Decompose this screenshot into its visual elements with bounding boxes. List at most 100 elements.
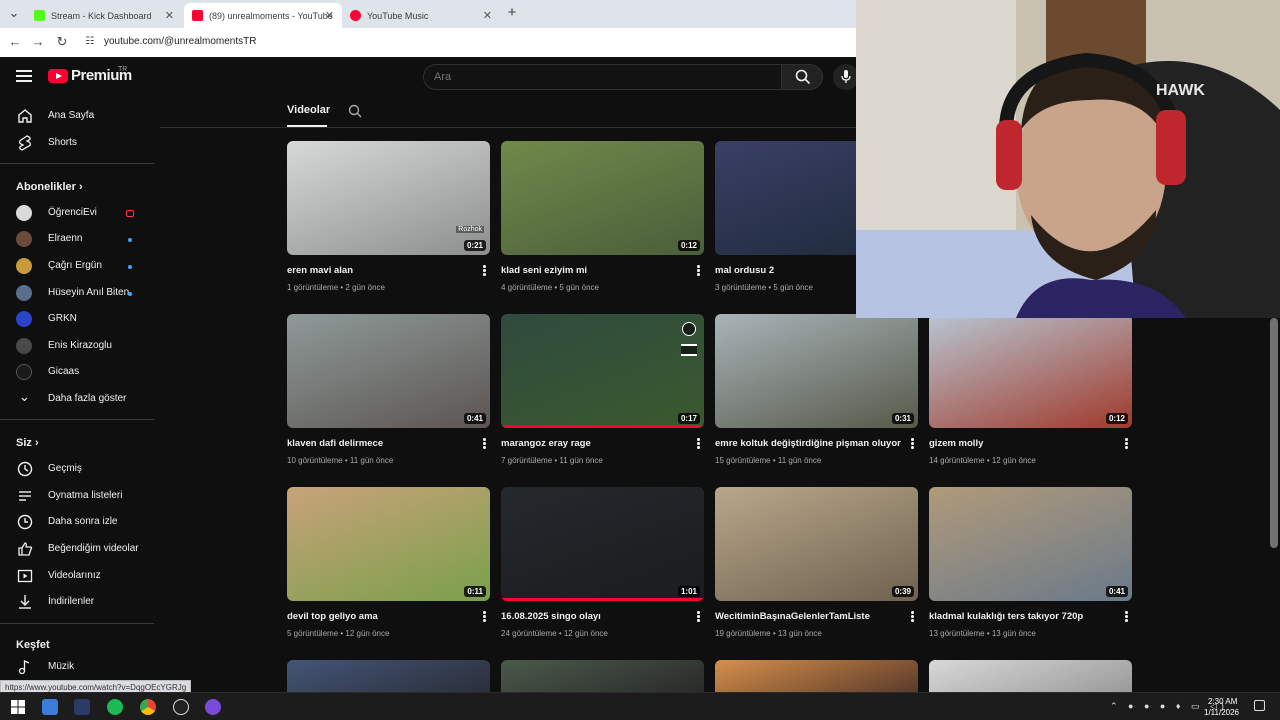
- clock-date[interactable]: 1/11/2026: [1204, 708, 1239, 717]
- video-title[interactable]: 16.08.2025 singo olayı: [501, 611, 691, 622]
- video-title[interactable]: emre koltuk değiştirdiğine pişman oluyor: [715, 438, 905, 449]
- add-to-queue-icon[interactable]: [681, 344, 697, 356]
- video-card[interactable]: [715, 660, 918, 692]
- search-icon[interactable]: [348, 104, 362, 118]
- video-card[interactable]: 0:17 marangoz eray rage 7 görüntüleme • 11…: [501, 314, 704, 474]
- close-icon[interactable]: ✕: [325, 9, 334, 22]
- video-title[interactable]: devil top geliyo ama: [287, 611, 477, 622]
- more-actions-icon[interactable]: [911, 438, 915, 450]
- video-title[interactable]: klad seni eziyim mi: [501, 265, 691, 276]
- search-input[interactable]: [434, 71, 764, 83]
- sidebar-item-music[interactable]: Müzik: [0, 654, 154, 680]
- video-thumbnail[interactable]: 0:21 Rozhok: [287, 141, 490, 255]
- obs-icon[interactable]: [173, 699, 189, 715]
- video-thumbnail[interactable]: 0:41: [287, 314, 490, 428]
- video-card[interactable]: 0:31 emre koltuk değiştirdiğine pişman ol…: [715, 314, 918, 474]
- sidebar-item-liked-videos[interactable]: Beğendiğim videolar: [0, 536, 154, 562]
- you-heading[interactable]: Siz ›: [16, 437, 39, 449]
- video-thumbnail[interactable]: [715, 660, 918, 692]
- watch-later-icon[interactable]: [682, 322, 696, 336]
- video-thumbnail[interactable]: 0:12: [929, 314, 1132, 428]
- video-card[interactable]: 1:01 16.08.2025 singo olayı 24 görüntüleme…: [501, 487, 704, 647]
- more-actions-icon[interactable]: [911, 611, 915, 623]
- sidebar-item-subscription[interactable]: Enis Kirazoglu: [0, 333, 154, 359]
- video-thumbnail[interactable]: 1:01: [501, 487, 704, 601]
- video-title[interactable]: gizem molly: [929, 438, 1119, 449]
- video-thumbnail[interactable]: 0:11: [287, 487, 490, 601]
- video-title[interactable]: kladmal kulaklığı ters takıyor 720p: [929, 611, 1119, 622]
- video-card[interactable]: 0:11 devil top geliyo ama 5 görüntüleme • …: [287, 487, 490, 647]
- close-icon[interactable]: ✕: [165, 9, 174, 22]
- sidebar-item-subscription[interactable]: Gicaas: [0, 359, 154, 385]
- video-thumbnail[interactable]: 0:41: [929, 487, 1132, 601]
- video-thumbnail[interactable]: 0:39: [715, 487, 918, 601]
- video-thumbnail[interactable]: [287, 660, 490, 692]
- app-icon[interactable]: [205, 699, 221, 715]
- app-icon[interactable]: [74, 699, 90, 715]
- browser-tab-youtube[interactable]: (89) unrealmoments - YouTube ✕: [184, 3, 342, 28]
- video-thumbnail[interactable]: [929, 660, 1132, 692]
- video-card[interactable]: 0:21 Rozhok eren mavi alan 1 görüntüleme • …: [287, 141, 490, 301]
- tab-videos[interactable]: Videolar: [287, 104, 330, 116]
- more-actions-icon[interactable]: [483, 611, 487, 623]
- more-actions-icon[interactable]: [1125, 438, 1129, 450]
- video-card[interactable]: 0:12 gizem molly 14 görüntüleme • 12 gün ö…: [929, 314, 1132, 474]
- sidebar-item-playlists[interactable]: Oynatma listeleri: [0, 483, 154, 509]
- youtube-logo-icon[interactable]: [48, 69, 68, 83]
- video-card[interactable]: 0:12 klad seni eziyim mi 4 görüntüleme • 5…: [501, 141, 704, 301]
- video-thumbnail[interactable]: 0:17: [501, 314, 704, 428]
- reload-icon[interactable]: ↻: [54, 34, 70, 50]
- video-card[interactable]: [287, 660, 490, 692]
- more-actions-icon[interactable]: [697, 611, 701, 623]
- sidebar-item-your-videos[interactable]: Videolarınız: [0, 563, 154, 589]
- sidebar-item-watch-later[interactable]: Daha sonra izle: [0, 509, 154, 535]
- sidebar-item-downloads[interactable]: İndirilenler: [0, 589, 154, 615]
- back-icon[interactable]: ←: [7, 34, 23, 50]
- notification-icon[interactable]: [1254, 700, 1265, 711]
- sidebar-item-shorts[interactable]: Shorts: [0, 130, 154, 156]
- video-card[interactable]: 0:41 kladmal kulaklığı ters takıyor 720p 1…: [929, 487, 1132, 647]
- tab-list-icon[interactable]: ⌄: [6, 5, 22, 21]
- browser-tab-kick[interactable]: Stream - Kick Dashboard ✕: [26, 3, 182, 28]
- video-card[interactable]: [501, 660, 704, 692]
- spotify-icon[interactable]: [107, 699, 123, 715]
- video-thumbnail[interactable]: 0:31: [715, 314, 918, 428]
- site-info-icon[interactable]: ☷: [82, 34, 98, 50]
- show-more-button[interactable]: ⌄ Daha fazla göster: [0, 386, 154, 412]
- video-title[interactable]: eren mavi alan: [287, 265, 477, 276]
- sidebar-item-home[interactable]: Ana Sayfa: [0, 103, 154, 129]
- clock-time[interactable]: 2:30 AM: [1208, 697, 1237, 706]
- sidebar-item-subscription[interactable]: Elraenn: [0, 226, 154, 252]
- video-card[interactable]: 0:39 WecitiminBaşınaGelenlerTamListe 19 gö…: [715, 487, 918, 647]
- url-field[interactable]: youtube.com/@unrealmomentsTR: [104, 36, 256, 47]
- sidebar-item-subscription[interactable]: ÖğrenciEvi: [0, 200, 154, 226]
- forward-icon[interactable]: →: [30, 34, 46, 50]
- windows-start-icon[interactable]: [10, 699, 26, 715]
- scrollbar[interactable]: [1270, 318, 1278, 548]
- more-actions-icon[interactable]: [697, 265, 701, 277]
- sidebar-item-subscription[interactable]: Hüseyin Anıl Biten: [0, 280, 154, 306]
- video-title[interactable]: marangoz eray rage: [501, 438, 691, 449]
- subscriptions-heading[interactable]: Abonelikler ›: [16, 181, 83, 193]
- menu-icon[interactable]: [16, 70, 32, 83]
- duration-badge: 0:31: [891, 413, 914, 424]
- sidebar-item-history[interactable]: Geçmiş: [0, 456, 154, 482]
- more-actions-icon[interactable]: [697, 438, 701, 450]
- sidebar-item-subscription[interactable]: Çağrı Ergün: [0, 253, 154, 279]
- more-actions-icon[interactable]: [1125, 611, 1129, 623]
- video-title[interactable]: klaven dafi delirmece: [287, 438, 477, 449]
- video-card[interactable]: 0:41 klaven dafi delirmece 10 görüntüleme …: [287, 314, 490, 474]
- video-thumbnail[interactable]: 0:12: [501, 141, 704, 255]
- new-tab-button[interactable]: +: [504, 5, 520, 21]
- search-button[interactable]: [781, 64, 823, 90]
- more-actions-icon[interactable]: [483, 265, 487, 277]
- browser-tab-ytmusic[interactable]: YouTube Music ✕: [342, 3, 500, 28]
- chrome-icon[interactable]: [140, 699, 156, 715]
- video-title[interactable]: WecitiminBaşınaGelenlerTamListe: [715, 611, 905, 622]
- more-actions-icon[interactable]: [483, 438, 487, 450]
- app-icon[interactable]: [42, 699, 58, 715]
- sidebar-item-subscription[interactable]: GRKN: [0, 306, 154, 332]
- close-icon[interactable]: ✕: [483, 9, 492, 22]
- video-thumbnail[interactable]: [501, 660, 704, 692]
- video-card[interactable]: [929, 660, 1132, 692]
